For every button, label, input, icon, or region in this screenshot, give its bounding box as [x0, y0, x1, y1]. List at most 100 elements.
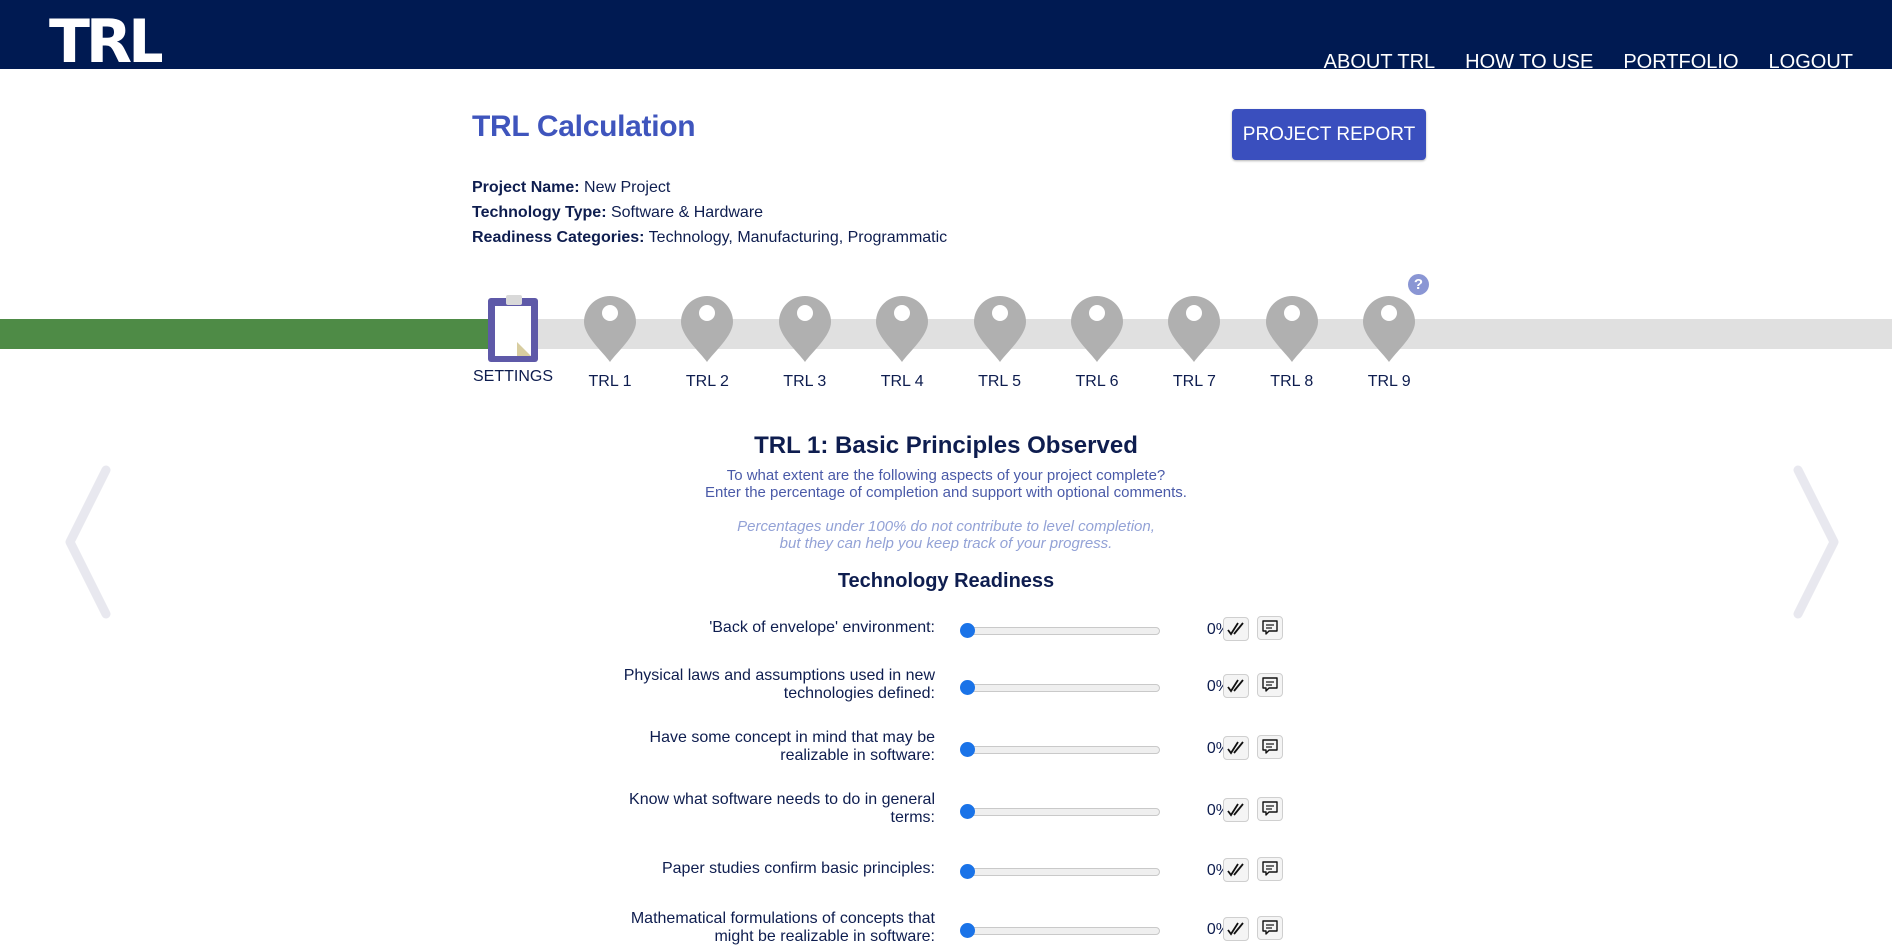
question-row: Mathematical formulations of concepts th… — [560, 910, 1290, 950]
project-name-value: New Project — [584, 179, 671, 196]
step-label: TRL 4 — [880, 373, 924, 390]
step-trl-4[interactable]: TRL 4 — [857, 296, 947, 391]
comment-icon — [1262, 801, 1278, 816]
mark-complete-button[interactable] — [1223, 858, 1249, 882]
add-comment-button[interactable] — [1257, 916, 1283, 940]
clipboard-icon — [488, 295, 538, 362]
project-report-button[interactable]: PROJECT REPORT — [1232, 109, 1426, 160]
nav-portfolio[interactable]: PORTFOLIO — [1623, 50, 1738, 74]
step-trl-2[interactable]: TRL 2 — [662, 296, 752, 391]
completion-slider-handle[interactable] — [960, 864, 975, 879]
question-text-line1: Physical laws and assumptions used in ne… — [623, 667, 935, 684]
step-trl-8[interactable]: TRL 8 — [1247, 296, 1337, 391]
add-comment-button[interactable] — [1257, 797, 1283, 821]
step-label: SETTINGS — [472, 368, 553, 385]
step-trl-7[interactable]: TRL 7 — [1149, 296, 1239, 391]
step-label: TRL 9 — [1367, 373, 1411, 390]
double-check-icon — [1227, 863, 1244, 877]
progress-track-completed — [0, 319, 512, 349]
question-label: Have some concept in mind that may be rea… — [605, 729, 935, 765]
question-label: Paper studies confirm basic principles: — [605, 860, 935, 878]
step-label: TRL 5 — [978, 373, 1022, 390]
categories-value: Technology, Manufacturing, Programmatic — [648, 229, 948, 246]
step-label: TRL 7 — [1172, 373, 1216, 390]
question-text-line1: Know what software needs to do in genera… — [629, 791, 935, 808]
step-trl-3[interactable]: TRL 3 — [760, 296, 850, 391]
question-text-line1: Mathematical formulations of concepts th… — [630, 910, 935, 927]
main-nav: ABOUT TRL HOW TO USE PORTFOLIO LOGOUT — [1324, 50, 1853, 74]
level-description-1: To what extent are the following aspects… — [726, 467, 1166, 484]
tech-type-label: Technology Type: — [472, 204, 607, 221]
double-check-icon — [1227, 622, 1244, 636]
project-name-line: Project Name: New Project — [472, 175, 947, 200]
section-title: Technology Readiness — [837, 570, 1055, 592]
question-text-line1: Paper studies confirm basic principles: — [661, 860, 935, 877]
completion-slider-handle[interactable] — [960, 804, 975, 819]
completion-slider-track[interactable] — [962, 684, 1160, 692]
completion-slider-handle[interactable] — [960, 680, 975, 695]
project-name-label: Project Name: — [472, 179, 580, 196]
add-comment-button[interactable] — [1257, 857, 1283, 881]
map-pin-icon — [1363, 296, 1416, 362]
double-check-icon — [1227, 922, 1244, 936]
step-trl-5[interactable]: TRL 5 — [955, 296, 1045, 391]
map-pin-icon — [1168, 296, 1221, 362]
completion-slider-track[interactable] — [962, 868, 1160, 876]
completion-slider-handle[interactable] — [960, 623, 975, 638]
nav-logout[interactable]: LOGOUT — [1769, 50, 1853, 74]
mark-complete-button[interactable] — [1223, 917, 1249, 941]
categories-line: Readiness Categories: Technology, Manufa… — [472, 225, 947, 250]
help-icon[interactable]: ? — [1408, 274, 1429, 295]
step-label: TRL 1 — [588, 373, 632, 390]
question-label: Mathematical formulations of concepts th… — [605, 910, 935, 946]
project-meta: Project Name: New Project Technology Typ… — [472, 175, 947, 250]
step-trl-1[interactable]: TRL 1 — [565, 296, 655, 391]
comment-icon — [1262, 739, 1278, 754]
completion-slider-track[interactable] — [962, 746, 1160, 754]
completion-slider-track[interactable] — [962, 927, 1160, 935]
question-text-line2: might be realizable in software: — [714, 928, 935, 945]
mark-complete-button[interactable] — [1223, 674, 1249, 698]
tech-type-line: Technology Type: Software & Hardware — [472, 200, 947, 225]
mark-complete-button[interactable] — [1223, 736, 1249, 760]
add-comment-button[interactable] — [1257, 673, 1283, 697]
mark-complete-button[interactable] — [1223, 798, 1249, 822]
step-trl-9[interactable]: TRL 9 — [1344, 296, 1434, 391]
question-label: 'Back of envelope' environment: — [605, 619, 935, 637]
map-pin-icon — [584, 296, 636, 362]
completion-slider-track[interactable] — [962, 627, 1160, 635]
question-row: Physical laws and assumptions used in ne… — [560, 667, 1290, 707]
question-label: Know what software needs to do in genera… — [605, 791, 935, 827]
completion-slider-handle[interactable] — [960, 742, 975, 757]
comment-icon — [1262, 677, 1278, 692]
progress-note-1: Percentages under 100% do not contribute… — [737, 518, 1155, 535]
question-label: Physical laws and assumptions used in ne… — [605, 667, 935, 703]
nav-how-to-use[interactable]: HOW TO USE — [1465, 50, 1593, 74]
double-check-icon — [1227, 803, 1244, 817]
completion-slider-track[interactable] — [962, 808, 1160, 816]
comment-icon — [1262, 861, 1278, 876]
question-row: Have some concept in mind that may be rea… — [560, 729, 1290, 769]
map-pin-icon — [973, 296, 1026, 362]
top-navbar: TRL ABOUT TRL HOW TO USE PORTFOLIO LOGOU… — [0, 0, 1892, 73]
level-description-2: Enter the percentage of completion and s… — [705, 484, 1187, 501]
question-row: 'Back of envelope' environment: 0% — [560, 610, 1290, 650]
add-comment-button[interactable] — [1257, 735, 1283, 759]
step-label: TRL 6 — [1075, 373, 1119, 390]
question-text-line1: Have some concept in mind that may be — [649, 729, 935, 746]
question-row: Know what software needs to do in genera… — [560, 791, 1290, 831]
map-pin-icon — [681, 296, 734, 362]
mark-complete-button[interactable] — [1223, 617, 1249, 641]
completion-slider-handle[interactable] — [960, 923, 975, 938]
map-pin-icon — [778, 296, 831, 362]
nav-about-trl[interactable]: ABOUT TRL — [1324, 50, 1436, 74]
step-settings[interactable]: SETTINGS — [468, 295, 558, 386]
step-trl-6[interactable]: TRL 6 — [1052, 296, 1142, 391]
question-text-line2: terms: — [890, 809, 935, 826]
map-pin-icon — [1265, 296, 1318, 362]
trl-logo[interactable]: TRL — [49, 14, 162, 69]
question-text-line1: 'Back of envelope' environment: — [709, 619, 935, 636]
add-comment-button[interactable] — [1257, 616, 1283, 640]
question-text-line2: realizable in software: — [780, 747, 935, 764]
map-pin-icon — [1071, 296, 1123, 362]
